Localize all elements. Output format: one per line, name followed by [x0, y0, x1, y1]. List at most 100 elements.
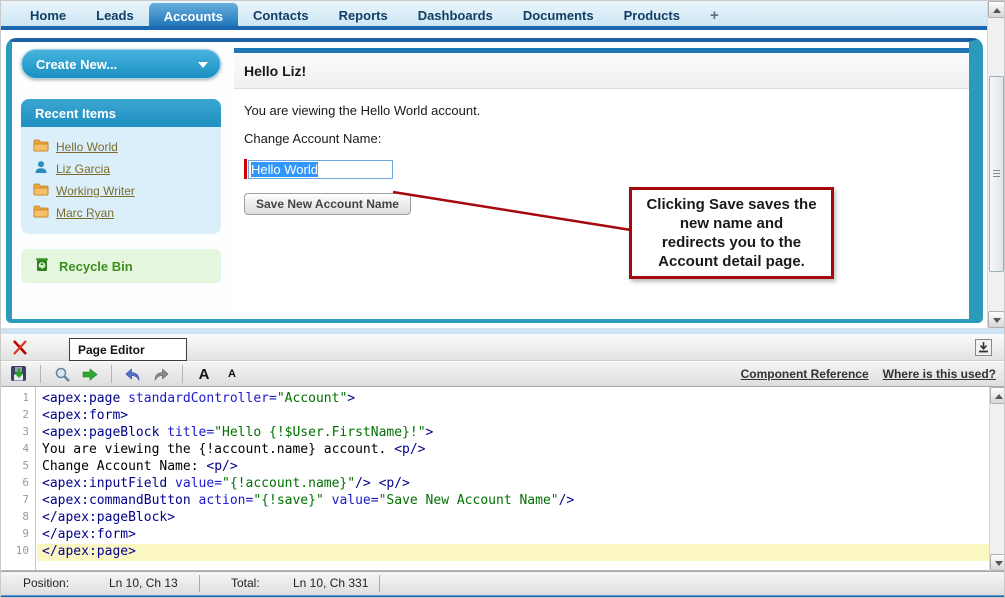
code-line[interactable]: </apex:form> [37, 527, 989, 544]
scroll-up-button[interactable] [988, 1, 1005, 18]
line-numbers: 12345678910 [1, 387, 36, 570]
toolbar-separator [111, 365, 112, 383]
position-value: Ln 10, Ch 13 [109, 576, 178, 590]
status-divider [379, 575, 380, 592]
code-line[interactable]: <apex:page standardController="Account"> [37, 391, 989, 408]
line-number: 1 [1, 391, 35, 408]
folder-icon [33, 204, 49, 223]
folder-icon [33, 138, 49, 157]
code-line[interactable]: <apex:inputField value="{!account.name}"… [37, 476, 989, 493]
create-new-button[interactable]: Create New... [21, 49, 221, 79]
where-is-this-used-link[interactable]: Where is this used? [883, 367, 996, 381]
tab-leads[interactable]: Leads [81, 1, 149, 26]
create-new-label: Create New... [36, 57, 117, 72]
tab-accounts[interactable]: Accounts [149, 3, 238, 26]
recent-item-link[interactable]: Marc Ryan [56, 206, 114, 220]
tab-add[interactable]: + [695, 1, 734, 26]
editor-scrollbar[interactable] [989, 387, 1005, 571]
editor-status-bar: Position: Ln 10, Ch 13 Total: Ln 10, Ch … [1, 571, 1005, 595]
person-icon [33, 160, 49, 179]
account-name-input[interactable]: Hello World [248, 160, 393, 179]
required-field-bar [244, 159, 247, 179]
line-number: 5 [1, 459, 35, 476]
toolbar-separator [40, 365, 41, 383]
chevron-down-icon [198, 62, 208, 68]
code-line[interactable]: You are viewing the {!account.name} acco… [37, 442, 989, 459]
sidebar: Create New... Recent Items Hello World Li… [12, 42, 234, 319]
line-number: 8 [1, 510, 35, 527]
line-number: 2 [1, 408, 35, 425]
account-name-input-row: Hello World [244, 159, 959, 179]
recent-item-link[interactable]: Working Writer [56, 184, 135, 198]
font-decrease-icon[interactable]: A [222, 365, 242, 383]
tab-page-editor[interactable]: Page Editor [69, 338, 187, 361]
scroll-thumb[interactable] [989, 76, 1004, 272]
total-label: Total: [231, 576, 260, 590]
code-line[interactable]: <apex:pageBlock title="Hello {!$User.Fir… [37, 425, 989, 442]
app-frame: Create New... Recent Items Hello World Li… [6, 38, 983, 323]
scroll-up-button[interactable] [990, 387, 1005, 404]
line-number: 4 [1, 442, 35, 459]
tab-reports[interactable]: Reports [324, 1, 403, 26]
code-line[interactable]: Change Account Name: <p/> [37, 459, 989, 476]
recent-item[interactable]: Liz Garcia [33, 158, 221, 180]
line-number: 3 [1, 425, 35, 442]
scroll-down-button[interactable] [988, 311, 1005, 328]
recent-items-title: Recent Items [35, 106, 116, 121]
line-number: 6 [1, 476, 35, 493]
tab-products[interactable]: Products [609, 1, 695, 26]
tab-dashboards[interactable]: Dashboards [403, 1, 508, 26]
tab-contacts[interactable]: Contacts [238, 1, 324, 26]
scroll-down-button[interactable] [990, 554, 1005, 571]
code-line[interactable]: <apex:form> [37, 408, 989, 425]
folder-icon [33, 182, 49, 201]
recent-item[interactable]: Marc Ryan [33, 202, 221, 224]
recent-items-list: Hello World Liz Garcia Working Writer Marc … [21, 127, 221, 234]
tab-bar: HomeLeadsAccountsContactsReportsDashboar… [1, 1, 987, 30]
recent-item-link[interactable]: Hello World [56, 140, 118, 154]
position-label: Position: [23, 576, 69, 590]
trash-icon [33, 255, 51, 278]
toolbar-separator [182, 365, 183, 383]
code-line[interactable]: <apex:commandButton action="{!save}" val… [37, 493, 989, 510]
redo-icon[interactable] [151, 365, 171, 383]
tab-documents[interactable]: Documents [508, 1, 609, 26]
recent-item[interactable]: Hello World [33, 136, 221, 158]
tab-home[interactable]: Home [15, 1, 81, 26]
save-icon[interactable] [9, 365, 29, 383]
font-increase-icon[interactable]: A [194, 365, 214, 383]
close-icon[interactable] [11, 339, 29, 356]
go-arrow-icon[interactable] [80, 365, 100, 383]
recent-items-panel: Recent Items Hello World Liz Garcia Workin… [21, 99, 221, 234]
change-account-name-label: Change Account Name: [244, 131, 959, 146]
selected-input-text: Hello World [251, 162, 318, 177]
line-number: 10 [1, 544, 35, 561]
line-number: 9 [1, 527, 35, 544]
collapse-panel-icon[interactable] [975, 339, 992, 356]
editor-links: Component Reference Where is this used? [741, 362, 996, 386]
recycle-bin[interactable]: Recycle Bin [21, 249, 221, 283]
recent-item[interactable]: Working Writer [33, 180, 221, 202]
status-divider [199, 575, 200, 592]
component-reference-link[interactable]: Component Reference [741, 367, 869, 381]
search-icon[interactable] [52, 365, 72, 383]
page-editor-panel: Page Editor A A [1, 328, 1005, 598]
page-scrollbar[interactable] [987, 1, 1004, 328]
page-block-body: You are viewing the Hello World account.… [234, 89, 969, 223]
undo-icon[interactable] [123, 365, 143, 383]
annotation-callout: Clicking Save saves the new name and red… [629, 187, 834, 279]
code-lines[interactable]: <apex:page standardController="Account">… [37, 387, 989, 570]
editor-toolbar: A A Component Reference Where is this us… [1, 361, 1005, 387]
save-new-account-name-button[interactable]: Save New Account Name [244, 193, 411, 215]
page-block-header: Hello Liz! [234, 53, 969, 89]
code-line[interactable]: </apex:pageBlock> [37, 510, 989, 527]
recent-items-header: Recent Items [21, 99, 221, 127]
page-block: Hello Liz! You are viewing the Hello Wor… [234, 42, 969, 319]
recent-item-link[interactable]: Liz Garcia [56, 162, 110, 176]
line-number: 7 [1, 493, 35, 510]
salesforce-page-editor-screen: HomeLeadsAccountsContactsReportsDashboar… [0, 0, 1005, 598]
viewing-account-text: You are viewing the Hello World account. [244, 103, 959, 118]
code-line-current[interactable]: </apex:page> [37, 544, 989, 561]
page-block-title: Hello Liz! [244, 63, 306, 79]
code-editor[interactable]: 12345678910 <apex:page standardControlle… [1, 387, 1005, 571]
